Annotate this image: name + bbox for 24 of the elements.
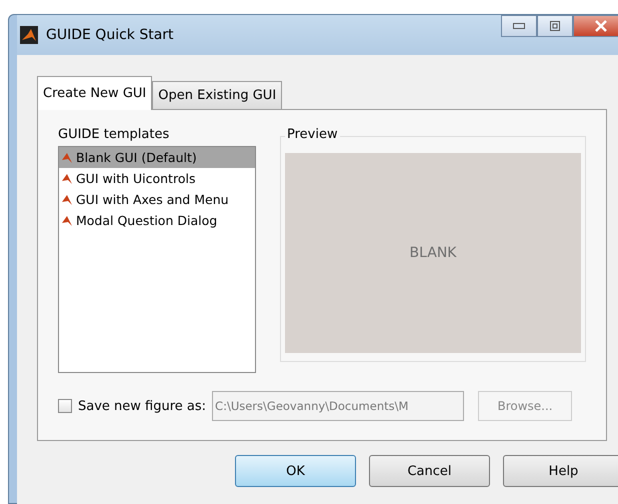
matlab-icon (62, 152, 72, 164)
template-item[interactable]: GUI with Uicontrols (59, 168, 255, 189)
matlab-icon (62, 194, 72, 206)
save-label: Save new figure as: (78, 398, 206, 414)
template-item[interactable]: GUI with Axes and Menu (59, 189, 255, 210)
close-icon (595, 20, 607, 32)
maximize-icon (550, 21, 560, 31)
minimize-icon (513, 23, 525, 29)
matlab-icon (62, 172, 72, 184)
dialog-button[interactable]: Cancel (369, 455, 490, 487)
maximize-button[interactable] (537, 15, 573, 37)
minimize-button[interactable] (501, 15, 537, 37)
template-item[interactable]: Modal Question Dialog (59, 210, 255, 231)
dialog-button[interactable]: OK (235, 455, 356, 487)
app-icon (20, 26, 38, 44)
tab[interactable]: Open Existing GUI (152, 81, 282, 109)
close-button[interactable] (573, 15, 618, 37)
template-item[interactable]: Blank GUI (Default) (59, 147, 255, 168)
preview-text: BLANK (410, 245, 456, 261)
templates-label: GUIDE templates (58, 126, 170, 144)
matlab-icon (62, 214, 72, 226)
tab[interactable]: Create New GUI (37, 76, 152, 110)
window-title: GUIDE Quick Start (46, 27, 174, 43)
dialog-button[interactable]: Help (503, 455, 618, 487)
